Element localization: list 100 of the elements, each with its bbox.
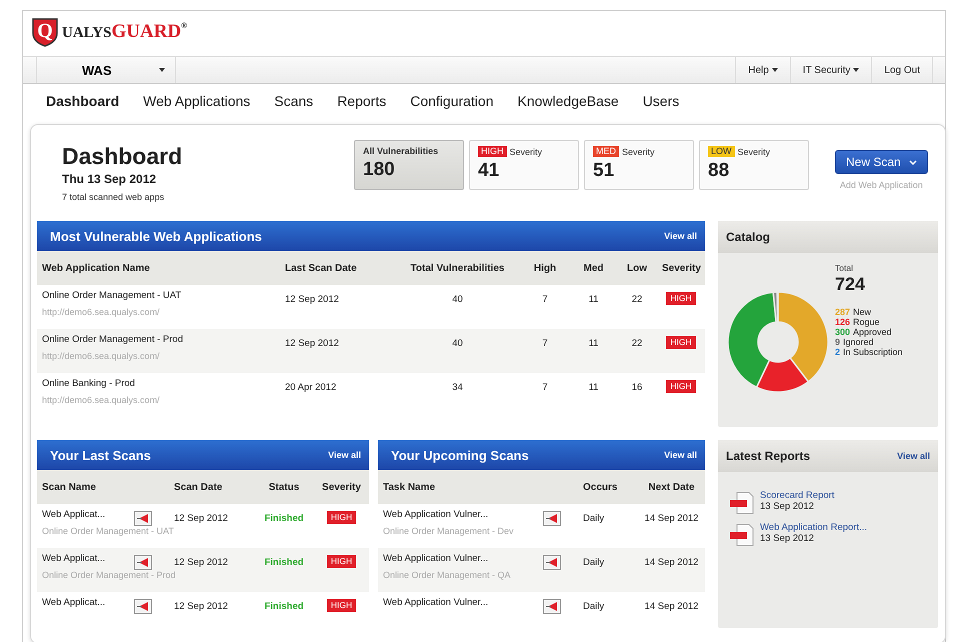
view-all-link[interactable]: View all [328,450,361,460]
table-cell-text: 14 Sep 2012 [644,512,700,524]
severity-badge: HIGH [326,599,356,612]
scan-target: Online Order Management - Prod [42,570,176,580]
column-header: Web Application Name [41,262,151,274]
nav-tab[interactable]: Dashboard [35,90,130,112]
caret-icon [772,68,778,72]
table-cell-text: 12 Sep 2012 [173,556,229,568]
menu-dropdown[interactable]: IT Security [790,57,872,83]
table-cell-text: 40 [451,337,464,349]
legend-label: New [853,307,872,317]
nav-tab[interactable]: Users [632,90,690,112]
flag-icon [134,599,152,614]
summary-card[interactable]: HIGH Severity 41 [469,140,579,190]
nav-tab[interactable]: Reports [326,90,398,112]
panel-title: Catalog [726,230,770,244]
status-text: Finished [263,556,305,568]
caret-icon [159,68,165,72]
flag-icon [543,511,561,526]
app-url: http://demo6.sea.qualys.com/ [42,351,160,361]
task-name: Web Application Vulner... [383,509,488,520]
card-label: All Vulnerabilities [363,146,438,156]
report-link[interactable]: Scorecard Report [760,490,834,501]
scan-name: Web Applicat... [42,553,106,564]
status-text: Finished [263,600,305,612]
nav-tab[interactable]: KnowledgeBase [506,90,630,112]
view-all-link[interactable]: View all [664,231,697,241]
table-cell-text: 11 [588,381,600,393]
page-title: Dashboard [62,143,184,170]
table-cell-text: 40 [451,293,464,305]
severity-badge: MED [593,146,619,157]
logo-wordmark: UALYSGUARD® [62,20,188,44]
severity-badge: HIGH [478,146,506,157]
menu-dropdown[interactable]: Help [735,57,790,83]
report-link[interactable]: Web Application Report... [760,522,868,533]
column-header: Med [582,262,604,274]
view-all-link[interactable]: View all [897,451,930,461]
app-name: Online Banking - Prod [42,378,135,389]
pdf-file-icon [730,524,756,546]
nav-tab[interactable]: Configuration [399,90,504,112]
severity-badge: HIGH [326,511,356,524]
total-label: Total [835,263,854,273]
table-cell-text: 7 [541,293,549,305]
card-count: 41 [478,160,500,182]
column-header: Task Name [382,482,436,492]
card-count: 51 [593,160,614,182]
table-cell-text: 12 Sep 2012 [284,337,340,349]
scan-target: Online Order Management - UAT [42,526,174,536]
flag-icon [134,511,152,526]
table-cell-text: 34 [451,381,464,393]
panel-title: Your Upcoming Scans [391,448,529,462]
pdf-file-icon [730,492,756,514]
view-all-link[interactable]: View all [664,450,697,460]
column-header: Scan Name [41,482,97,492]
column-header: Low [626,262,648,274]
nav-tab[interactable]: Web Applications [132,90,262,112]
menu-button[interactable]: Log Out [871,57,933,83]
flag-icon [134,555,152,570]
total-count: 724 [835,274,866,295]
app-name: Online Order Management - Prod [42,334,183,345]
task-target: Online Order Management - Dev [383,526,514,536]
new-scan-button[interactable]: New Scan [835,150,928,174]
card-label: Severity [738,146,770,156]
table-cell-text: 14 Sep 2012 [644,556,700,568]
column-header: Last Scan Date [284,262,358,274]
column-header: Severity [321,482,362,492]
panel-title: Most Vulnerable Web Applications [50,228,262,244]
card-count: 88 [708,160,730,182]
table-cell-text: 7 [541,381,549,393]
table-cell-text: 20 Apr 2012 [284,381,338,393]
legend-count: 9 [835,337,840,347]
page-date: Thu 13 Sep 2012 [62,172,158,186]
legend-label: Approved [853,327,892,337]
summary-card[interactable]: LOW Severity 88 [699,140,809,190]
table-cell-text: 12 Sep 2012 [284,293,340,305]
summary-card[interactable]: MED Severity 51 [584,140,694,190]
app-url: http://demo6.sea.qualys.com/ [42,307,160,317]
severity-badge: HIGH [326,555,356,568]
module-dropdown[interactable]: WAS [36,57,176,83]
scan-name: Web Applicat... [42,597,106,608]
task-name: Web Application Vulner... [383,553,488,564]
summary-card[interactable]: All Vulnerabilities 180 [354,140,464,190]
chevron-icon [908,160,917,164]
nav-tab[interactable]: Scans [263,90,324,112]
table-cell-text: 14 Sep 2012 [644,600,700,612]
task-target: Online Order Management - QA [383,570,511,580]
caret-icon [853,68,860,72]
table-cell-text: 12 Sep 2012 [173,600,229,612]
severity-badge: HIGH [666,336,696,349]
flag-icon [543,599,561,614]
table-cell-text: 11 [588,293,600,305]
table-cell-text: Daily [582,556,606,568]
legend-count: 126 [835,317,850,327]
table-cell-text: 12 Sep 2012 [173,512,229,524]
severity-badge: LOW [708,146,735,157]
column-header: Status [268,482,300,492]
panel-title: Latest Reports [726,449,810,463]
legend-count: 300 [835,327,850,337]
card-label: Severity [510,146,542,156]
column-header: Severity [661,262,702,274]
